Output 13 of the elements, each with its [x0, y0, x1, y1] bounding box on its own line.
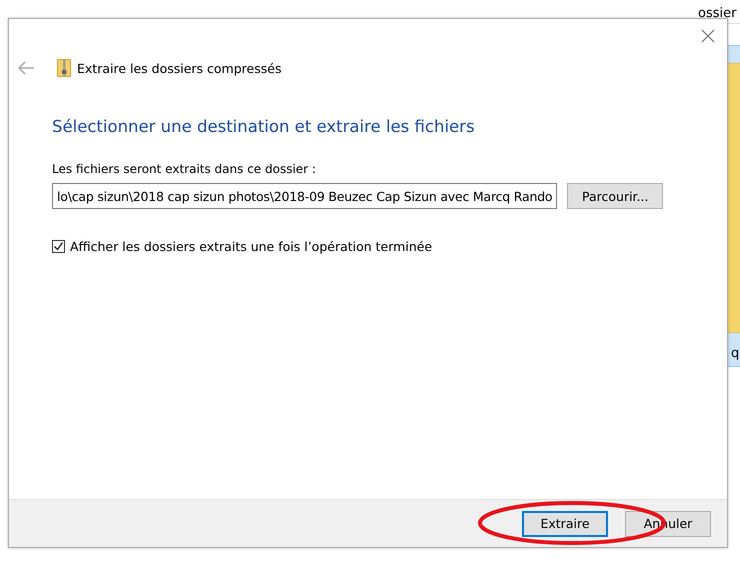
window-title: Extraire les dossiers compressés [77, 60, 282, 76]
extract-button[interactable]: Extraire [522, 510, 608, 536]
column-header[interactable]: ossier [698, 6, 736, 21]
back-arrow-icon[interactable] [17, 61, 35, 75]
destination-field[interactable]: lo\cap sizun\2018 cap sizun photos\2018-09 Beuzec Cap Sizun avec Marcq Rando [52, 183, 557, 209]
browse-button[interactable]: Parcourir... [567, 183, 664, 209]
close-icon[interactable] [701, 29, 715, 43]
checkbox-label[interactable]: Afficher les dossiers extraits une fois l’opération terminée [70, 239, 432, 254]
show-folders-checkbox[interactable] [52, 240, 65, 253]
item-label: q [731, 346, 740, 361]
destination-label: Les fichiers seront extraits dans ce dossier : [52, 162, 317, 176]
zip-folder-icon [57, 59, 71, 77]
dialog-heading: Sélectionner une destination et extraire les fichiers [52, 117, 476, 136]
